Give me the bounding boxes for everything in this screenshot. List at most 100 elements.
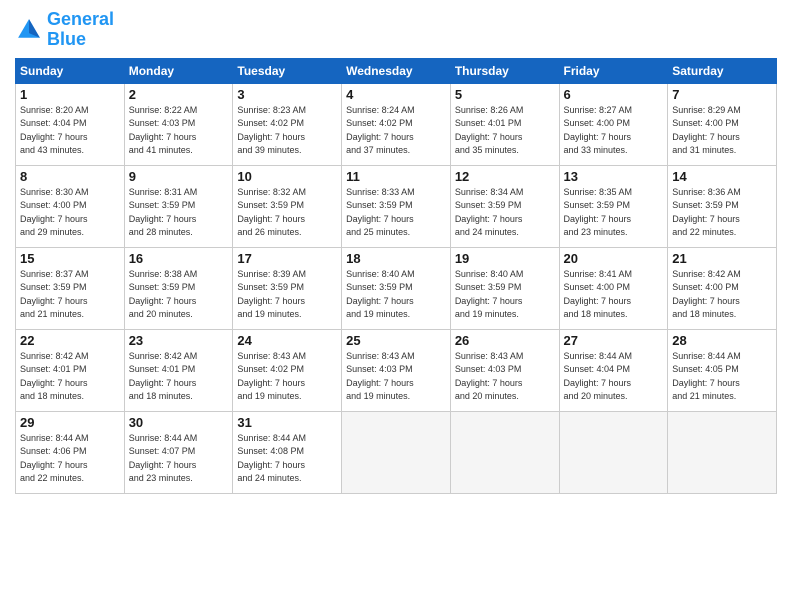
calendar-cell: 2 Sunrise: 8:22 AMSunset: 4:03 PMDaylight… — [124, 83, 233, 165]
day-number: 2 — [129, 87, 229, 102]
day-info: Sunrise: 8:37 AMSunset: 3:59 PMDaylight:… — [20, 268, 120, 322]
day-info: Sunrise: 8:44 AMSunset: 4:04 PMDaylight:… — [564, 350, 664, 404]
week-row-1: 1 Sunrise: 8:20 AMSunset: 4:04 PMDaylight… — [16, 83, 777, 165]
day-info: Sunrise: 8:34 AMSunset: 3:59 PMDaylight:… — [455, 186, 555, 240]
day-info: Sunrise: 8:33 AMSunset: 3:59 PMDaylight:… — [346, 186, 446, 240]
day-number: 30 — [129, 415, 229, 430]
calendar-cell: 27Sunrise: 8:44 AMSunset: 4:04 PMDayligh… — [559, 329, 668, 411]
calendar-cell: 30 Sunrise: 8:44 AMSunset: 4:07 PMDayligh… — [124, 411, 233, 493]
header: General Blue — [15, 10, 777, 50]
calendar-cell: 29Sunrise: 8:44 AMSunset: 4:06 PMDayligh… — [16, 411, 125, 493]
calendar-table: SundayMondayTuesdayWednesdayThursdayFrid… — [15, 58, 777, 494]
day-info: Sunrise: 8:23 AMSunset: 4:02 PMDaylight:… — [237, 104, 337, 158]
day-info: Sunrise: 8:40 AMSunset: 3:59 PMDaylight:… — [455, 268, 555, 322]
day-info: Sunrise: 8:42 AMSunset: 4:00 PMDaylight:… — [672, 268, 772, 322]
calendar-cell: 17Sunrise: 8:39 AMSunset: 3:59 PMDayligh… — [233, 247, 342, 329]
calendar-cell: 16 Sunrise: 8:38 AMSunset: 3:59 PMDayligh… — [124, 247, 233, 329]
calendar-cell: 8 Sunrise: 8:30 AMSunset: 4:00 PMDaylight… — [16, 165, 125, 247]
day-number: 1 — [20, 87, 120, 102]
day-info: Sunrise: 8:44 AMSunset: 4:07 PMDaylight:… — [129, 432, 229, 486]
day-number: 15 — [20, 251, 120, 266]
weekday-header-monday: Monday — [124, 58, 233, 83]
calendar-cell — [450, 411, 559, 493]
calendar-cell: 5Sunrise: 8:26 AMSunset: 4:01 PMDaylight… — [450, 83, 559, 165]
day-info: Sunrise: 8:35 AMSunset: 3:59 PMDaylight:… — [564, 186, 664, 240]
day-number: 4 — [346, 87, 446, 102]
weekday-header-wednesday: Wednesday — [342, 58, 451, 83]
calendar-cell: 9 Sunrise: 8:31 AMSunset: 3:59 PMDaylight… — [124, 165, 233, 247]
day-info: Sunrise: 8:43 AMSunset: 4:03 PMDaylight:… — [455, 350, 555, 404]
calendar-cell: 14 Sunrise: 8:36 AMSunset: 3:59 PMDayligh… — [668, 165, 777, 247]
day-info: Sunrise: 8:27 AMSunset: 4:00 PMDaylight:… — [564, 104, 664, 158]
day-info: Sunrise: 8:44 AMSunset: 4:05 PMDaylight:… — [672, 350, 772, 404]
calendar-cell: 28 Sunrise: 8:44 AMSunset: 4:05 PMDayligh… — [668, 329, 777, 411]
day-info: Sunrise: 8:44 AMSunset: 4:08 PMDaylight:… — [237, 432, 337, 486]
day-number: 22 — [20, 333, 120, 348]
day-number: 10 — [237, 169, 337, 184]
day-info: Sunrise: 8:39 AMSunset: 3:59 PMDaylight:… — [237, 268, 337, 322]
weekday-header-row: SundayMondayTuesdayWednesdayThursdayFrid… — [16, 58, 777, 83]
day-info: Sunrise: 8:20 AMSunset: 4:04 PMDaylight:… — [20, 104, 120, 158]
weekday-header-friday: Friday — [559, 58, 668, 83]
day-number: 25 — [346, 333, 446, 348]
day-info: Sunrise: 8:36 AMSunset: 3:59 PMDaylight:… — [672, 186, 772, 240]
calendar-cell: 3 Sunrise: 8:23 AMSunset: 4:02 PMDaylight… — [233, 83, 342, 165]
day-number: 13 — [564, 169, 664, 184]
calendar-cell: 6 Sunrise: 8:27 AMSunset: 4:00 PMDaylight… — [559, 83, 668, 165]
day-number: 18 — [346, 251, 446, 266]
calendar-cell: 15 Sunrise: 8:37 AMSunset: 3:59 PMDayligh… — [16, 247, 125, 329]
calendar-cell: 13 Sunrise: 8:35 AMSunset: 3:59 PMDayligh… — [559, 165, 668, 247]
day-number: 24 — [237, 333, 337, 348]
day-info: Sunrise: 8:43 AMSunset: 4:03 PMDaylight:… — [346, 350, 446, 404]
day-number: 21 — [672, 251, 772, 266]
day-number: 28 — [672, 333, 772, 348]
day-info: Sunrise: 8:24 AMSunset: 4:02 PMDaylight:… — [346, 104, 446, 158]
calendar-cell: 24 Sunrise: 8:43 AMSunset: 4:02 PMDayligh… — [233, 329, 342, 411]
day-info: Sunrise: 8:31 AMSunset: 3:59 PMDaylight:… — [129, 186, 229, 240]
calendar-cell: 7Sunrise: 8:29 AMSunset: 4:00 PMDaylight… — [668, 83, 777, 165]
day-number: 8 — [20, 169, 120, 184]
calendar-cell: 23 Sunrise: 8:42 AMSunset: 4:01 PMDayligh… — [124, 329, 233, 411]
calendar-cell: 19 Sunrise: 8:40 AMSunset: 3:59 PMDayligh… — [450, 247, 559, 329]
day-number: 26 — [455, 333, 555, 348]
day-info: Sunrise: 8:38 AMSunset: 3:59 PMDaylight:… — [129, 268, 229, 322]
day-info: Sunrise: 8:43 AMSunset: 4:02 PMDaylight:… — [237, 350, 337, 404]
calendar-cell: 25 Sunrise: 8:43 AMSunset: 4:03 PMDayligh… — [342, 329, 451, 411]
day-info: Sunrise: 8:41 AMSunset: 4:00 PMDaylight:… — [564, 268, 664, 322]
day-info: Sunrise: 8:42 AMSunset: 4:01 PMDaylight:… — [20, 350, 120, 404]
day-number: 14 — [672, 169, 772, 184]
calendar-cell: 11 Sunrise: 8:33 AMSunset: 3:59 PMDayligh… — [342, 165, 451, 247]
calendar-cell: 31 Sunrise: 8:44 AMSunset: 4:08 PMDayligh… — [233, 411, 342, 493]
week-row-4: 22 Sunrise: 8:42 AMSunset: 4:01 PMDayligh… — [16, 329, 777, 411]
day-number: 11 — [346, 169, 446, 184]
day-number: 9 — [129, 169, 229, 184]
week-row-2: 8 Sunrise: 8:30 AMSunset: 4:00 PMDaylight… — [16, 165, 777, 247]
calendar-cell: 4 Sunrise: 8:24 AMSunset: 4:02 PMDaylight… — [342, 83, 451, 165]
calendar-cell: 10 Sunrise: 8:32 AMSunset: 3:59 PMDayligh… — [233, 165, 342, 247]
day-number: 31 — [237, 415, 337, 430]
day-info: Sunrise: 8:44 AMSunset: 4:06 PMDaylight:… — [20, 432, 120, 486]
logo-text: General Blue — [47, 10, 114, 50]
day-info: Sunrise: 8:32 AMSunset: 3:59 PMDaylight:… — [237, 186, 337, 240]
week-row-3: 15 Sunrise: 8:37 AMSunset: 3:59 PMDayligh… — [16, 247, 777, 329]
calendar-body: 1 Sunrise: 8:20 AMSunset: 4:04 PMDaylight… — [16, 83, 777, 493]
day-number: 20 — [564, 251, 664, 266]
day-number: 6 — [564, 87, 664, 102]
day-info: Sunrise: 8:42 AMSunset: 4:01 PMDaylight:… — [129, 350, 229, 404]
day-number: 5 — [455, 87, 555, 102]
day-number: 23 — [129, 333, 229, 348]
day-info: Sunrise: 8:29 AMSunset: 4:00 PMDaylight:… — [672, 104, 772, 158]
day-number: 3 — [237, 87, 337, 102]
day-number: 12 — [455, 169, 555, 184]
day-info: Sunrise: 8:30 AMSunset: 4:00 PMDaylight:… — [20, 186, 120, 240]
weekday-header-sunday: Sunday — [16, 58, 125, 83]
weekday-header-thursday: Thursday — [450, 58, 559, 83]
day-info: Sunrise: 8:22 AMSunset: 4:03 PMDaylight:… — [129, 104, 229, 158]
day-number: 16 — [129, 251, 229, 266]
calendar-cell: 26 Sunrise: 8:43 AMSunset: 4:03 PMDayligh… — [450, 329, 559, 411]
calendar-cell: 18Sunrise: 8:40 AMSunset: 3:59 PMDayligh… — [342, 247, 451, 329]
calendar-cell: 21 Sunrise: 8:42 AMSunset: 4:00 PMDayligh… — [668, 247, 777, 329]
page: General Blue SundayMondayTuesdayWednesda… — [0, 0, 792, 612]
day-number: 19 — [455, 251, 555, 266]
calendar-cell: 22 Sunrise: 8:42 AMSunset: 4:01 PMDayligh… — [16, 329, 125, 411]
